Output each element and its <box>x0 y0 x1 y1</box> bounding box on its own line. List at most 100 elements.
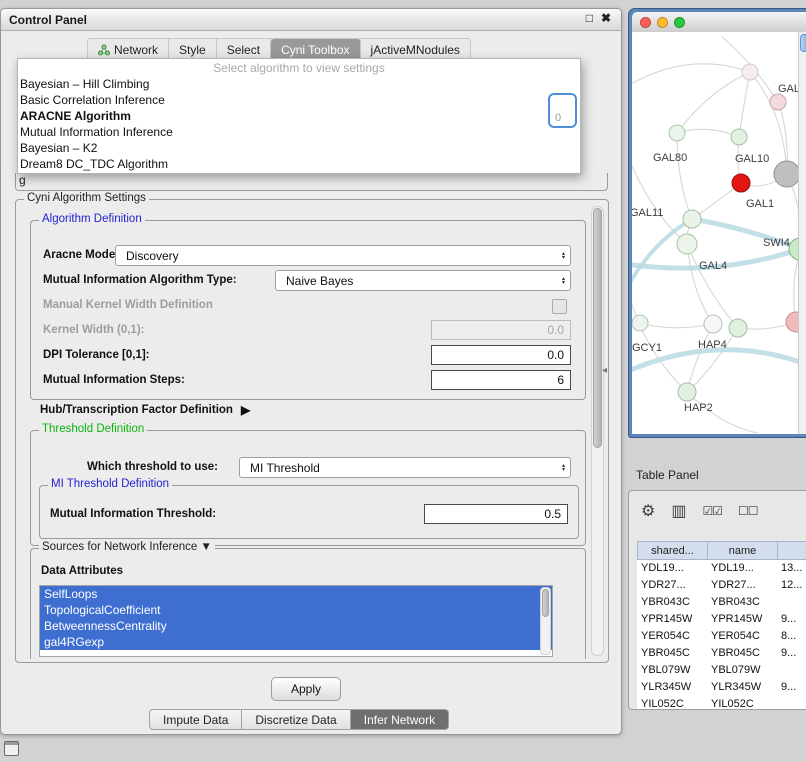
table-cell: YBL079W <box>637 662 707 679</box>
listbox-scrollbar[interactable] <box>540 587 551 655</box>
kernel-width-field[interactable]: 0.0 <box>431 320 571 340</box>
network-node[interactable] <box>742 64 758 80</box>
network-graph[interactable]: GAL8GAL80GAL10GAL1GAL11SWI4GAL4GCY1HAP4Y… <box>632 32 799 433</box>
close-window-icon[interactable]: ✖ <box>601 11 611 25</box>
table-cell: YER054C <box>637 628 707 645</box>
control-panel-titlebar[interactable]: Control Panel □ ✖ <box>1 9 621 31</box>
table-panel-title: Table Panel <box>628 464 806 486</box>
network-edge <box>632 64 750 87</box>
table-row[interactable]: YBR045CYBR045C9... <box>637 645 806 662</box>
algorithm-selector-group-fragment <box>15 173 608 191</box>
mi-steps-field[interactable]: 6 <box>431 370 571 390</box>
settings-scrollbar-thumb[interactable] <box>593 208 602 448</box>
mi-algorithm-type-select[interactable]: Naive Bayes ▴▾ <box>275 270 571 291</box>
network-node[interactable] <box>683 210 701 228</box>
network-edge <box>677 72 750 133</box>
algorithm-option-basic-correlation-inference[interactable]: Basic Correlation Inference <box>18 92 580 108</box>
table-row[interactable]: YER054CYER054C8... <box>637 628 806 645</box>
table-row[interactable]: YBR043CYBR043C <box>637 594 806 611</box>
algorithm-option-mutual-information-inference[interactable]: Mutual Information Inference <box>18 124 580 140</box>
table-row[interactable]: YDR27...YDR27...12... <box>637 577 806 594</box>
table-row[interactable]: YIL052CYIL052C <box>637 696 806 710</box>
gear-icon[interactable]: ⚙ <box>641 501 655 521</box>
which-threshold-select[interactable]: MI Threshold ▴▾ <box>239 457 571 478</box>
network-node[interactable] <box>732 174 750 192</box>
which-threshold-value: MI Threshold <box>250 461 320 475</box>
bottom-tab-impute-data[interactable]: Impute Data <box>149 709 242 730</box>
control-panel-window: Control Panel □ ✖ NetworkStyleSelectCyni… <box>0 8 622 735</box>
close-traffic-light[interactable] <box>640 17 651 28</box>
network-window-titlebar[interactable] <box>632 12 806 32</box>
network-edge <box>677 133 692 219</box>
table-row[interactable]: YBL079WYBL079W <box>637 662 806 679</box>
network-node[interactable] <box>632 315 648 331</box>
table-cell: 12... <box>777 577 806 594</box>
data-attributes-listbox[interactable]: SelfLoopsTopologicalCoefficientBetweenne… <box>39 585 553 657</box>
network-vertical-scrollbar[interactable] <box>798 32 806 434</box>
table-row[interactable]: YLR345WYLR345W9... <box>637 679 806 696</box>
apply-button[interactable]: Apply <box>271 677 341 701</box>
attribute-item-betweennesscentrality[interactable]: BetweennessCentrality <box>40 618 552 634</box>
attribute-item-topologicalcoefficient[interactable]: TopologicalCoefficient <box>40 602 552 618</box>
column-header-col2[interactable] <box>777 541 806 560</box>
network-canvas[interactable]: GAL8GAL80GAL10GAL1GAL11SWI4GAL4GCY1HAP4Y… <box>632 32 806 434</box>
table-cell: YDR27... <box>707 577 777 594</box>
expand-right-icon[interactable]: ▶ <box>241 403 250 417</box>
hub-transcription-factor-section[interactable]: Hub/Transcription Factor Definition ▶ <box>40 403 250 417</box>
network-node[interactable] <box>669 125 685 141</box>
table-cell: 9... <box>777 645 806 662</box>
network-node-label: SWI4 <box>763 237 790 249</box>
network-node[interactable] <box>704 315 722 333</box>
collapse-down-icon[interactable]: ▼ <box>201 541 212 553</box>
deselect-all-columns-icon[interactable]: ☐☐ <box>738 504 758 518</box>
mi-algorithm-type-value: Naive Bayes <box>286 274 353 288</box>
table-cell: YPR145W <box>637 611 707 628</box>
manual-kernel-width-checkbox[interactable] <box>552 299 567 314</box>
network-node[interactable] <box>729 319 747 337</box>
network-node[interactable] <box>677 234 697 254</box>
dpi-tolerance-field[interactable]: 0.0 <box>431 345 571 365</box>
panel-collapse-icon[interactable]: ◂ <box>602 365 607 376</box>
listbox-scrollbar-thumb[interactable] <box>542 589 549 617</box>
network-node-label: HAP2 <box>684 402 713 414</box>
focused-spinner-fragment[interactable]: 0 <box>548 93 577 128</box>
table-row[interactable]: YDL19...YDL19...13... <box>637 560 806 577</box>
network-node[interactable] <box>770 94 786 110</box>
column-header-name[interactable]: name <box>707 541 777 560</box>
settings-scrollbar[interactable] <box>591 206 604 656</box>
mi-threshold-field[interactable]: 0.5 <box>424 504 568 524</box>
algorithm-dropdown-prompt: Select algorithm to view settings <box>18 60 580 76</box>
cyni-algorithm-settings-group: Cyni Algorithm Settings Algorithm Defini… <box>15 199 609 663</box>
table-row[interactable]: YPR145WYPR145W9... <box>637 611 806 628</box>
table-cell: YDL19... <box>637 560 707 577</box>
minimize-traffic-light[interactable] <box>657 17 668 28</box>
network-node[interactable] <box>774 161 799 187</box>
dpi-tolerance-label: DPI Tolerance [0,1]: <box>43 349 150 361</box>
table-cell: YBR045C <box>707 645 777 662</box>
mi-threshold-definition-group: MI Threshold Definition Mutual Informati… <box>39 485 579 539</box>
bottom-tab-discretize-data[interactable]: Discretize Data <box>242 709 350 730</box>
table-cell: YIL052C <box>637 696 707 710</box>
algorithm-option-bayesian-hill-climbing[interactable]: Bayesian – Hill Climbing <box>18 76 580 92</box>
attribute-item-selfloops[interactable]: SelfLoops <box>40 586 552 602</box>
select-all-columns-icon[interactable]: ☑☑ <box>702 504 722 518</box>
tab-label: Style <box>179 43 206 57</box>
mi-threshold-definition-legend: MI Threshold Definition <box>48 478 172 490</box>
minimized-window-icon[interactable] <box>4 741 19 756</box>
algorithm-option-dream8-dc-tdc-algorithm[interactable]: Dream8 DC_TDC Algorithm <box>18 156 580 172</box>
aracne-mode-select[interactable]: Discovery ▴▾ <box>115 245 571 266</box>
manual-kernel-width-label: Manual Kernel Width Definition <box>43 299 213 311</box>
float-window-icon[interactable]: □ <box>586 11 593 25</box>
algorithm-option-aracne-algorithm[interactable]: ARACNE Algorithm <box>18 108 580 124</box>
chevron-up-down-icon: ▴▾ <box>562 464 565 472</box>
network-node[interactable] <box>678 383 696 401</box>
algorithm-option-bayesian-k2[interactable]: Bayesian – K2 <box>18 140 580 156</box>
network-node[interactable] <box>731 129 747 145</box>
zoom-traffic-light[interactable] <box>674 17 685 28</box>
attribute-item-gal4rgexp[interactable]: gal4RGexp <box>40 634 552 650</box>
column-header-shared[interactable]: shared... <box>637 541 707 560</box>
network-scrollbar-thumb[interactable] <box>800 34 806 52</box>
column-browser-icon[interactable]: ▥ <box>671 501 686 521</box>
bottom-tab-infer-network[interactable]: Infer Network <box>351 709 449 730</box>
network-node-label: GAL4 <box>699 260 727 272</box>
